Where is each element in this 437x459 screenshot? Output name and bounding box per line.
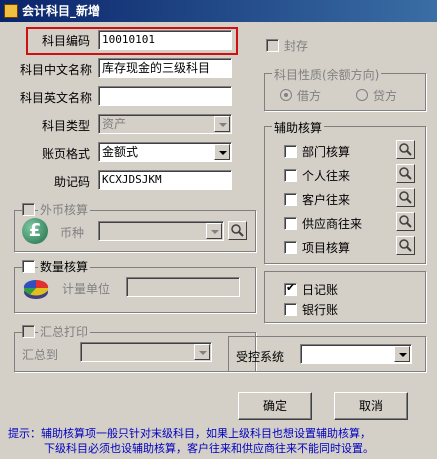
cancel-button[interactable]: 取消	[334, 392, 408, 420]
quantity-title: 数量核算	[38, 258, 91, 275]
credit-radio[interactable]	[356, 89, 368, 101]
controlled-dropdown-icon[interactable]	[394, 346, 410, 362]
currency-label: 币种	[60, 226, 85, 240]
daily-journal-checkbox[interactable]	[284, 281, 297, 296]
cn-name-input[interactable]: 库存现金的三级科目	[98, 58, 232, 78]
magnifier-icon	[399, 239, 412, 252]
type-label: 科目类型	[41, 119, 90, 133]
summary-title: 汇总打印	[38, 323, 91, 340]
mnemonic-label: 助记码	[53, 175, 90, 189]
aux-project-label: 项目核算	[302, 241, 351, 255]
format-label: 账页格式	[41, 147, 90, 161]
format-value: 金额式	[102, 145, 139, 159]
format-select[interactable]: 金额式	[98, 142, 232, 162]
unit-input[interactable]	[126, 277, 240, 297]
foreign-checkbox[interactable]	[22, 203, 35, 216]
aux-customer-search-button[interactable]	[396, 188, 415, 207]
aux-person-search-button[interactable]	[396, 164, 415, 183]
code-label: 科目编码	[41, 34, 90, 48]
format-dropdown-icon[interactable]	[214, 144, 230, 160]
aux-dept-label: 部门核算	[302, 145, 351, 159]
unit-label: 计量单位	[62, 282, 111, 296]
magnifier-icon	[231, 224, 244, 237]
aux-supplier-checkbox[interactable]	[284, 217, 297, 230]
currency-pound-icon: £	[22, 218, 48, 244]
debit-label: 借方	[297, 89, 322, 103]
hint-text: 提示：辅助核算项一般只针对末级科目，如果上级科目也想设置辅助核算， 下级科目必须…	[8, 426, 428, 456]
currency-dropdown-icon[interactable]	[206, 223, 222, 239]
aux-customer-checkbox[interactable]	[284, 193, 297, 206]
quantity-checkbox[interactable]	[22, 260, 35, 273]
aux-dept-checkbox[interactable]	[284, 145, 297, 158]
aux-person-checkbox[interactable]	[284, 169, 297, 182]
code-input[interactable]: 10010101	[98, 30, 232, 50]
seal-checkbox[interactable]	[266, 39, 279, 52]
magnifier-icon	[399, 191, 412, 204]
summary-dropdown-icon[interactable]	[194, 344, 210, 360]
type-value: 资产	[102, 117, 127, 131]
cn-name-label: 科目中文名称	[19, 63, 92, 77]
magnifier-icon	[399, 143, 412, 156]
window-icon	[4, 4, 18, 18]
daily-journal-label: 日记账	[302, 283, 339, 297]
dialog-window: 会计科目_新增 科目编码 10010101 科目中文名称 库存现金的三级科目 科…	[0, 0, 437, 459]
window-title: 会计科目_新增	[22, 4, 101, 18]
credit-label: 贷方	[373, 89, 398, 103]
controlled-label: 受控系统	[236, 350, 285, 364]
summary-to-select[interactable]	[80, 342, 212, 362]
currency-select[interactable]	[98, 221, 224, 241]
debit-radio[interactable]	[280, 89, 292, 101]
hint-line-2: 下级科目必须也设辅助核算，客户往来和供应商往来不能同时设置。	[44, 442, 374, 455]
type-dropdown-icon[interactable]	[214, 116, 230, 132]
aux-customer-label: 客户往来	[302, 193, 351, 207]
aux-supplier-search-button[interactable]	[396, 212, 415, 231]
summary-to-label: 汇总到	[22, 348, 59, 362]
en-name-input[interactable]	[98, 86, 232, 106]
bank-journal-label: 银行账	[302, 303, 339, 317]
magnifier-icon	[399, 167, 412, 180]
aux-title: 辅助核算	[272, 119, 325, 136]
en-name-label: 科目英文名称	[19, 91, 92, 105]
summary-checkbox[interactable]	[22, 325, 35, 338]
controlled-select[interactable]	[300, 344, 412, 364]
ok-button[interactable]: 确定	[238, 392, 312, 420]
aux-person-label: 个人往来	[302, 169, 351, 183]
aux-supplier-label: 供应商往来	[302, 217, 363, 231]
hint-line-1: 提示：辅助核算项一般只针对末级科目，如果上级科目也想设置辅助核算，	[8, 427, 371, 440]
title-bar: 会计科目_新增	[0, 0, 437, 22]
type-select[interactable]: 资产	[98, 114, 232, 134]
magnifier-icon	[399, 215, 412, 228]
aux-dept-search-button[interactable]	[396, 140, 415, 159]
aux-project-checkbox[interactable]	[284, 241, 297, 254]
aux-project-search-button[interactable]	[396, 236, 415, 255]
currency-search-button[interactable]	[228, 221, 247, 240]
seal-label: 封存	[284, 39, 309, 53]
nature-title: 科目性质(余额方向)	[272, 66, 382, 83]
foreign-title: 外币核算	[38, 201, 91, 218]
mnemonic-input[interactable]: KCXJDSJKM	[98, 170, 232, 190]
pie-chart-icon	[22, 276, 50, 302]
bank-journal-checkbox[interactable]	[284, 303, 297, 316]
